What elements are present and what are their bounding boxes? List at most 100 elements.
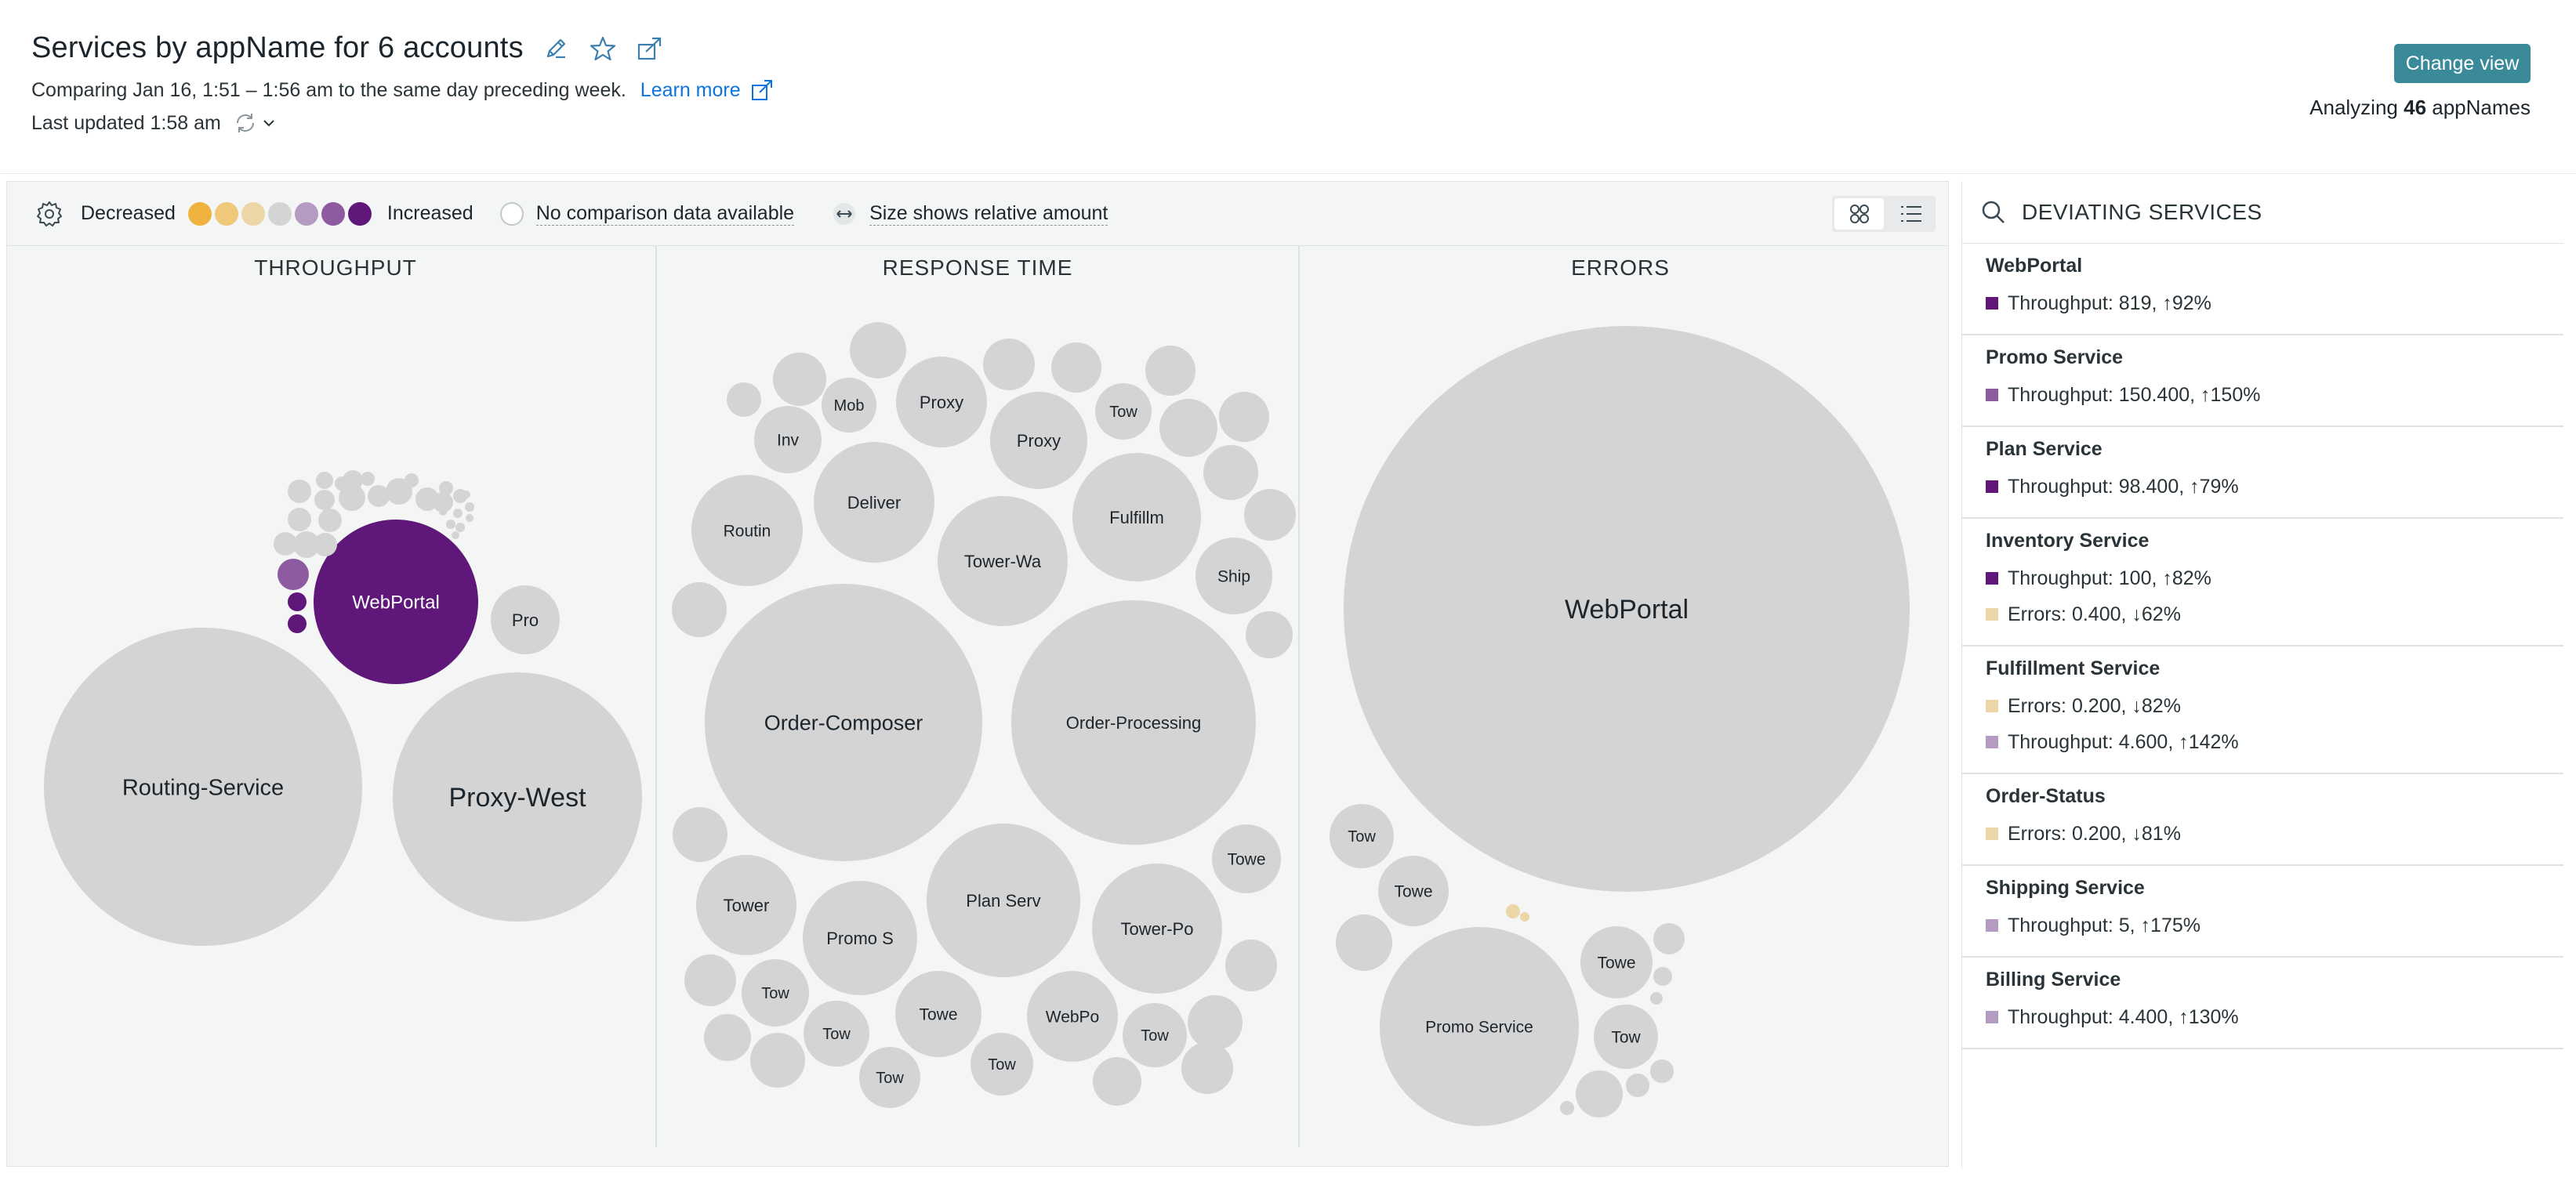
scale-swatch [214,201,238,226]
service-bubble[interactable] [446,520,455,529]
service-bubble[interactable] [278,559,309,590]
bubble-label: Tower-Po [1121,919,1194,939]
service-bubble[interactable] [1159,399,1217,457]
service-bubble[interactable] [335,476,349,491]
scale-swatch [321,201,345,226]
deviating-service-item[interactable]: Order-Status Errors: 0.200, ↓81% [1962,774,2563,866]
change-view-button[interactable]: Change view [2394,44,2531,83]
service-bubble[interactable] [314,490,335,510]
deviating-service-item[interactable]: Plan Service Throughput: 98.400, ↑79% [1962,427,2563,519]
service-bubble[interactable] [1246,611,1293,658]
service-bubble[interactable] [1225,940,1277,991]
bubble-group: WebPortal Pro Routing-Service Proxy-West Mob… [44,322,1910,1126]
service-bubble[interactable] [673,807,727,862]
service-bubble[interactable] [1219,392,1269,442]
service-bubble[interactable] [314,533,337,556]
bubble-label: Deliver [847,493,901,512]
service-bubble[interactable] [750,1033,805,1088]
side-panel-title: DEVIATING SERVICES [2022,199,2262,224]
service-bubble[interactable] [1576,1070,1623,1117]
service-bubble[interactable] [1560,1101,1574,1115]
service-bubble[interactable] [318,509,342,532]
metric-color-swatch [1986,480,1998,493]
deviating-service-item[interactable]: Inventory Service Throughput: 100, ↑82% Er… [1962,519,2563,646]
service-bubble[interactable] [1506,904,1520,918]
metric-color-swatch [1986,1011,1998,1023]
size-icon [832,201,857,226]
service-bubble[interactable] [1093,1057,1141,1106]
deviating-service-item[interactable]: WebPortal Throughput: 819, ↑92% [1962,244,2563,335]
service-bubble[interactable] [1145,346,1195,396]
learn-more-link[interactable]: Learn more [640,78,774,102]
service-name: Inventory Service [1986,530,2150,552]
refresh-control[interactable] [234,111,276,135]
service-bubble[interactable] [455,523,465,532]
service-bubble[interactable] [288,508,311,531]
service-bubble[interactable] [405,473,419,487]
settings-icon[interactable] [35,200,63,228]
legend-no-data: No comparison data available [535,201,795,226]
service-bubble[interactable] [439,508,447,516]
service-bubble[interactable] [316,472,333,489]
service-bubble[interactable] [773,353,826,406]
deviating-service-item[interactable]: Fulfillment Service Errors: 0.200, ↓82% Th… [1962,646,2563,774]
service-name: Shipping Service [1986,877,2145,899]
deviating-service-item[interactable]: Promo Service Throughput: 150.400, ↑150% [1962,335,2563,427]
service-bubble[interactable] [288,614,307,633]
service-bubble[interactable] [1244,489,1296,541]
service-bubble[interactable] [1626,1074,1649,1097]
service-bubble[interactable] [684,954,736,1006]
service-bubble[interactable] [850,322,906,378]
metric-color-swatch [1986,919,1998,932]
service-bubble[interactable] [1650,992,1663,1005]
legend-bar: Decreased Increased No comparison data a… [7,182,1948,246]
deviating-service-item[interactable]: Billing Service Throughput: 4.400, ↑130% [1962,958,2563,1049]
service-bubble[interactable] [465,502,474,512]
service-bubble[interactable] [288,480,311,503]
metric-text: Throughput: 150.400, ↑150% [2008,383,2261,406]
service-bubble[interactable] [452,531,459,539]
bubble-label: Tower [724,896,770,915]
service-bubble[interactable] [1653,967,1672,986]
pencil-icon[interactable] [541,34,571,63]
service-bubble[interactable] [1188,995,1243,1050]
list-view-icon[interactable] [1886,196,1936,232]
deviating-service-item[interactable]: Shipping Service Throughput: 5, ↑175% [1962,866,2563,958]
search-icon[interactable] [1979,198,2008,226]
star-icon[interactable] [588,34,618,63]
bubble-label: Towe [1227,851,1265,869]
scale-swatch [294,201,318,226]
legend-increased: Increased [386,202,473,224]
service-bubble[interactable] [466,514,473,522]
analyzing-count: Analyzing 46 appNames [2309,96,2531,120]
service-bubble[interactable] [288,592,307,611]
bubble-label: Tow [761,985,789,1002]
grid-view-icon[interactable] [1834,198,1884,230]
service-bubble[interactable] [1650,1059,1674,1083]
metric-color-swatch [1986,828,1998,840]
service-name: Promo Service [1986,346,2124,368]
service-name: Order-Status [1986,785,2106,807]
service-bubble[interactable] [704,1014,751,1061]
service-bubble[interactable] [983,339,1035,390]
metric-text: Errors: 0.400, ↓62% [2008,603,2181,625]
service-bubble[interactable] [1336,914,1392,971]
service-bubble[interactable] [672,582,727,637]
service-bubble[interactable] [727,382,761,417]
service-bubble[interactable] [1653,923,1685,954]
service-bubble[interactable] [463,491,470,498]
service-bubble[interactable] [1520,912,1529,922]
external-link-icon [751,80,772,100]
bubble-label: Order-Processing [1066,713,1201,733]
bubble-label: Plan Serv [966,891,1040,911]
service-bubble[interactable] [1203,445,1258,500]
service-bubble[interactable] [453,509,463,518]
service-bubble[interactable] [1051,342,1101,393]
service-bubble[interactable] [1181,1042,1233,1094]
bubble-label: Tow [876,1070,904,1087]
comparison-text: Comparing Jan 16, 1:51 – 1:56 am to the … [31,78,626,101]
metric-text: Errors: 0.200, ↓81% [2008,822,2181,845]
share-icon[interactable] [635,34,665,63]
service-bubble[interactable] [361,472,375,486]
no-data-swatch [499,201,524,226]
